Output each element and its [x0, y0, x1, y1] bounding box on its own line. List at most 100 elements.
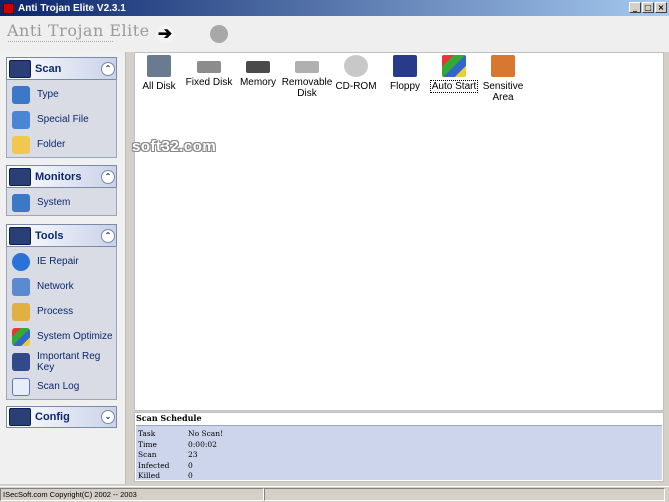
group-config-header[interactable]: Config ⌄ — [6, 406, 117, 428]
sidebar-item-label: Folder — [37, 139, 66, 150]
monitor-icon — [12, 85, 30, 104]
schedule-value: 0 — [188, 460, 193, 470]
target-removable-disk[interactable]: Removable Disk — [281, 55, 333, 99]
log-icon — [12, 377, 30, 396]
group-scan-body: Type Special File Folder — [6, 79, 117, 158]
schedule-row: Time 0:00:02 — [138, 440, 662, 451]
target-label: Memory — [239, 77, 277, 88]
group-tools-body: IE Repair Network Process System Optimiz… — [6, 246, 117, 400]
sidebar-item-scan-log[interactable]: Scan Log — [7, 374, 116, 399]
folder-icon — [12, 135, 30, 154]
group-scan-header[interactable]: Scan ⌃ — [6, 57, 117, 79]
windows-flag-icon — [442, 55, 466, 77]
sidebar-item-system-optimize[interactable]: System Optimize — [7, 324, 116, 349]
group-tools: Tools ⌃ IE Repair Network Process System… — [6, 224, 117, 400]
window-controls: _ □ × — [628, 2, 667, 13]
memory-chip-icon — [246, 61, 270, 73]
scan-schedule-title: Scan Schedule — [135, 413, 663, 425]
sidebar-item-system[interactable]: System — [7, 190, 116, 215]
group-scan-title: Scan — [35, 62, 62, 75]
stop-scan-button[interactable] — [210, 25, 228, 43]
target-fixed-disk[interactable]: Fixed Disk — [183, 55, 235, 88]
windows-icon — [12, 327, 30, 346]
scan-icon — [9, 59, 31, 78]
sidebar-item-network[interactable]: Network — [7, 274, 116, 299]
removable-disk-icon — [295, 61, 319, 73]
sidebar-item-label: Important Reg Key — [37, 350, 101, 373]
target-cd-rom[interactable]: CD-ROM — [330, 55, 382, 92]
monitors-icon — [9, 167, 31, 186]
monitor-icon — [12, 193, 30, 212]
schedule-value: 23 — [188, 450, 198, 459]
target-label: Sensitive Area — [482, 81, 524, 103]
schedule-key: Time — [138, 439, 157, 449]
sidebar-item-process[interactable]: Process — [7, 299, 116, 324]
schedule-row: Killed 0 — [138, 471, 662, 482]
collapse-up-icon[interactable]: ⌃ — [101, 228, 115, 243]
briefcase-icon — [491, 55, 515, 77]
sidebar-item-label: Network — [37, 281, 74, 292]
group-scan: Scan ⌃ Type Special File Folder — [6, 57, 117, 158]
expand-down-icon[interactable]: ⌄ — [101, 410, 115, 424]
schedule-row: Scan 23 — [138, 450, 662, 461]
target-label: All Disk — [142, 81, 176, 92]
sidebar-item-ie-repair[interactable]: IE Repair — [7, 249, 116, 274]
group-tools-title: Tools — [35, 229, 64, 242]
target-label: Fixed Disk — [185, 77, 233, 88]
ie-icon — [12, 252, 30, 271]
close-button[interactable]: × — [655, 2, 667, 13]
sidebar: Scan ⌃ Type Special File Folder Monitors… — [0, 52, 126, 484]
all-disk-icon — [147, 55, 171, 77]
sidebar-item-label: Type — [37, 89, 59, 100]
sidebar-item-label: System — [37, 197, 71, 208]
sidebar-item-label: System Optimize — [37, 331, 113, 342]
scan-schedule-panel: Scan Schedule Task No Scan! Time 0:00:02… — [134, 412, 664, 482]
target-sensitive-area[interactable]: Sensitive Area — [477, 55, 529, 103]
group-config-title: Config — [35, 411, 70, 423]
maximize-button[interactable]: □ — [642, 2, 654, 13]
app-logo: Anti Trojan Elite — [7, 21, 150, 40]
target-floppy[interactable]: Floppy — [379, 55, 431, 92]
sidebar-item-important-reg-key[interactable]: Important Reg Key — [7, 349, 116, 374]
group-tools-header[interactable]: Tools ⌃ — [6, 224, 117, 246]
group-config: Config ⌄ — [6, 406, 117, 428]
group-monitors-header[interactable]: Monitors ⌃ — [6, 165, 117, 187]
scan-schedule-body: Task No Scan! Time 0:00:02 Scan 23 Infec… — [136, 425, 662, 480]
scan-targets-panel: All Disk Fixed Disk Memory Removable Dis… — [134, 52, 664, 411]
sidebar-item-special-file[interactable]: Special File — [7, 107, 116, 132]
schedule-key: Killed — [138, 471, 161, 480]
sidebar-item-label: Special File — [37, 114, 89, 125]
status-text: ISecSoft.com Copyright(C) 2002 -- 2003 — [0, 488, 264, 501]
registry-icon — [12, 352, 30, 371]
hard-disk-icon — [197, 61, 221, 73]
title-bar: Anti Trojan Elite V2.3.1 _ □ × — [0, 0, 669, 16]
target-label: Auto Start — [429, 80, 479, 93]
target-memory[interactable]: Memory — [232, 55, 284, 88]
target-all-disk[interactable]: All Disk — [133, 55, 185, 92]
collapse-up-icon[interactable]: ⌃ — [101, 169, 115, 184]
schedule-value: 0 — [188, 471, 193, 480]
schedule-value: No Scan! — [188, 429, 224, 438]
network-icon — [12, 277, 30, 296]
target-label: Removable Disk — [281, 77, 333, 99]
app-header: Anti Trojan Elite ➔ — [0, 16, 669, 52]
minimize-button[interactable]: _ — [629, 2, 641, 13]
tools-icon — [9, 226, 31, 245]
cd-rom-icon — [344, 55, 368, 77]
app-icon — [3, 2, 14, 14]
sidebar-item-label: Scan Log — [37, 381, 80, 392]
floppy-icon — [393, 55, 417, 77]
sidebar-item-folder[interactable]: Folder — [7, 132, 116, 157]
start-scan-button[interactable]: ➔ — [156, 24, 174, 43]
target-auto-start[interactable]: Auto Start — [428, 55, 480, 93]
logo-divider — [8, 41, 113, 43]
monitor-icon — [12, 110, 30, 129]
schedule-key: Infected — [138, 460, 170, 470]
sidebar-item-label: Process — [37, 306, 74, 317]
status-panel — [264, 488, 665, 501]
arrow-right-icon: ➔ — [157, 24, 173, 43]
sidebar-item-type[interactable]: Type — [7, 82, 116, 107]
collapse-up-icon[interactable]: ⌃ — [101, 61, 115, 76]
group-monitors-title: Monitors — [35, 170, 82, 183]
process-icon — [12, 302, 30, 321]
